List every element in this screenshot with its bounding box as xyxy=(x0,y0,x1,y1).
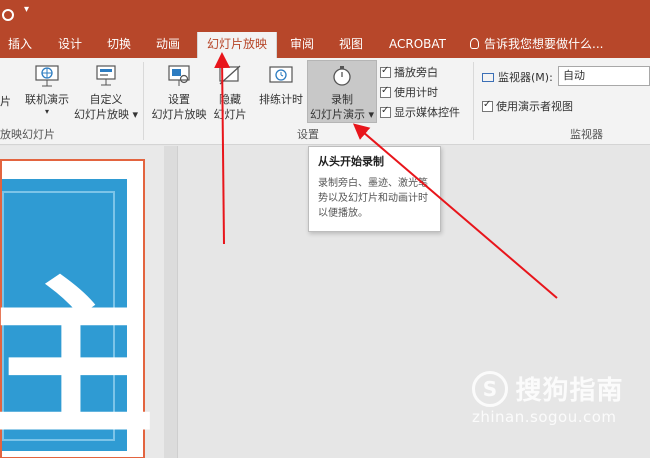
group-separator xyxy=(143,62,144,140)
rehearse-timings-button[interactable]: 排练计时 xyxy=(256,64,306,107)
show-media-controls-label: 显示媒体控件 xyxy=(394,106,460,119)
rehearse-timings-icon xyxy=(267,64,295,88)
slide-character: 主 xyxy=(0,262,157,458)
custom-slide-show-label-2: 幻灯片放映 ▾ xyxy=(74,108,139,121)
monitor-label: 监视器(M): xyxy=(498,71,553,84)
online-present-label: 联机演示 xyxy=(25,93,69,106)
title-bar: ▾ xyxy=(0,0,650,32)
tell-me-text: 告诉我您想要做什么... xyxy=(484,37,604,51)
show-media-controls-checkbox[interactable]: 显示媒体控件 xyxy=(380,104,460,120)
watermark-name: 搜狗指南 xyxy=(515,376,624,406)
rehearse-timings-label: 排练计时 xyxy=(259,93,303,106)
record-slide-show-label-1: 录制 xyxy=(331,93,353,106)
group-setup-label: 设置 xyxy=(297,128,319,141)
tooltip-body: 录制旁白、墨迹、激光笔势以及幻灯片和动画计时以便播放。 xyxy=(318,178,428,219)
online-present-dropdown-icon: ▾ xyxy=(44,107,49,116)
custom-slide-show-icon xyxy=(92,64,120,88)
monitor-label-wrap: 监视器(M): xyxy=(482,69,553,85)
setup-slide-show-label-1: 设置 xyxy=(168,93,190,106)
presenter-view-checkbox[interactable]: 使用演示者视图 xyxy=(482,98,573,114)
watermark: S 搜狗指南 zhinan.sogou.com xyxy=(472,370,624,426)
tab-slide-show[interactable]: 幻灯片放映 xyxy=(197,32,278,58)
group-separator xyxy=(473,62,474,140)
group-monitors-label: 监视器 xyxy=(570,128,603,141)
play-narrations-checkbox[interactable]: 播放旁白 xyxy=(380,64,438,80)
play-narrations-label: 播放旁白 xyxy=(394,66,438,79)
monitor-icon xyxy=(482,73,494,82)
hide-slide-label-1: 隐藏 xyxy=(219,93,241,106)
tab-insert[interactable]: 插入 xyxy=(8,32,32,58)
tab-design[interactable]: 设计 xyxy=(58,32,82,58)
partial-button[interactable]: 片 xyxy=(0,94,11,109)
start-from-beginning-icon[interactable] xyxy=(2,9,14,21)
custom-slide-show-label-1: 自定义 xyxy=(89,93,123,106)
tell-me-box[interactable]: 告诉我您想要做什么... xyxy=(470,32,603,58)
watermark-url: zhinan.sogou.com xyxy=(472,408,617,426)
monitor-select-value: 自动 xyxy=(563,69,585,82)
setup-slide-show-icon xyxy=(165,64,193,88)
slide-thumbnail-panel: 主 xyxy=(0,146,164,458)
tooltip-title: 从头开始录制 xyxy=(318,155,384,168)
checkbox-checked-icon xyxy=(380,105,391,118)
ribbon-tabs: 插入 设计 切换 动画 幻灯片放映 审阅 视图 ACROBAT 告诉我您想要做什… xyxy=(0,32,650,58)
lightbulb-icon xyxy=(470,38,479,49)
online-present-button[interactable]: 联机演示 ▾ xyxy=(22,64,72,117)
use-timings-label: 使用计时 xyxy=(394,86,438,99)
use-timings-checkbox[interactable]: 使用计时 xyxy=(380,84,438,100)
checkbox-checked-icon xyxy=(380,85,391,98)
checkbox-checked-icon xyxy=(380,65,391,78)
stopwatch-icon xyxy=(328,64,356,88)
tab-acrobat[interactable]: ACROBAT xyxy=(389,32,446,58)
hide-slide-button[interactable]: 隐藏 幻灯片 xyxy=(210,64,250,122)
checkbox-checked-icon xyxy=(482,99,493,112)
monitor-select[interactable]: 自动 xyxy=(558,66,650,86)
online-present-icon xyxy=(33,64,61,88)
tab-animations[interactable]: 动画 xyxy=(156,32,180,58)
presenter-view-label: 使用演示者视图 xyxy=(496,100,573,113)
setup-slide-show-label-2: 幻灯片放映 xyxy=(151,108,207,121)
tab-review[interactable]: 审阅 xyxy=(290,32,314,58)
tab-transitions[interactable]: 切换 xyxy=(107,32,131,58)
setup-slide-show-button[interactable]: 设置 幻灯片放映 xyxy=(148,64,210,122)
record-slide-show-label-2: 幻灯片演示 ▾ xyxy=(309,108,375,121)
panel-splitter[interactable] xyxy=(164,146,178,458)
customize-qat-icon[interactable]: ▾ xyxy=(24,4,29,15)
tab-view[interactable]: 视图 xyxy=(339,32,363,58)
sogou-logo-icon: S xyxy=(472,370,508,407)
slide-thumbnail[interactable]: 主 xyxy=(0,159,156,458)
custom-slide-show-button[interactable]: 自定义 幻灯片放映 ▾ xyxy=(74,64,138,122)
partial-button-label: 片 xyxy=(0,95,11,108)
record-tooltip: 从头开始录制 录制旁白、墨迹、激光笔势以及幻灯片和动画计时以便播放。 xyxy=(308,146,441,232)
group-start-label: 放映幻灯片 xyxy=(0,128,55,141)
record-slide-show-button[interactable]: 录制 幻灯片演示 ▾ xyxy=(307,64,377,122)
hide-slide-label-2: 幻灯片 xyxy=(213,108,247,121)
hide-slide-icon xyxy=(216,64,244,88)
ribbon: 片 联机演示 ▾ 自定义 幻灯片放映 ▾ 放映幻灯片 设置 幻灯片放映 隐藏 幻… xyxy=(0,58,650,145)
